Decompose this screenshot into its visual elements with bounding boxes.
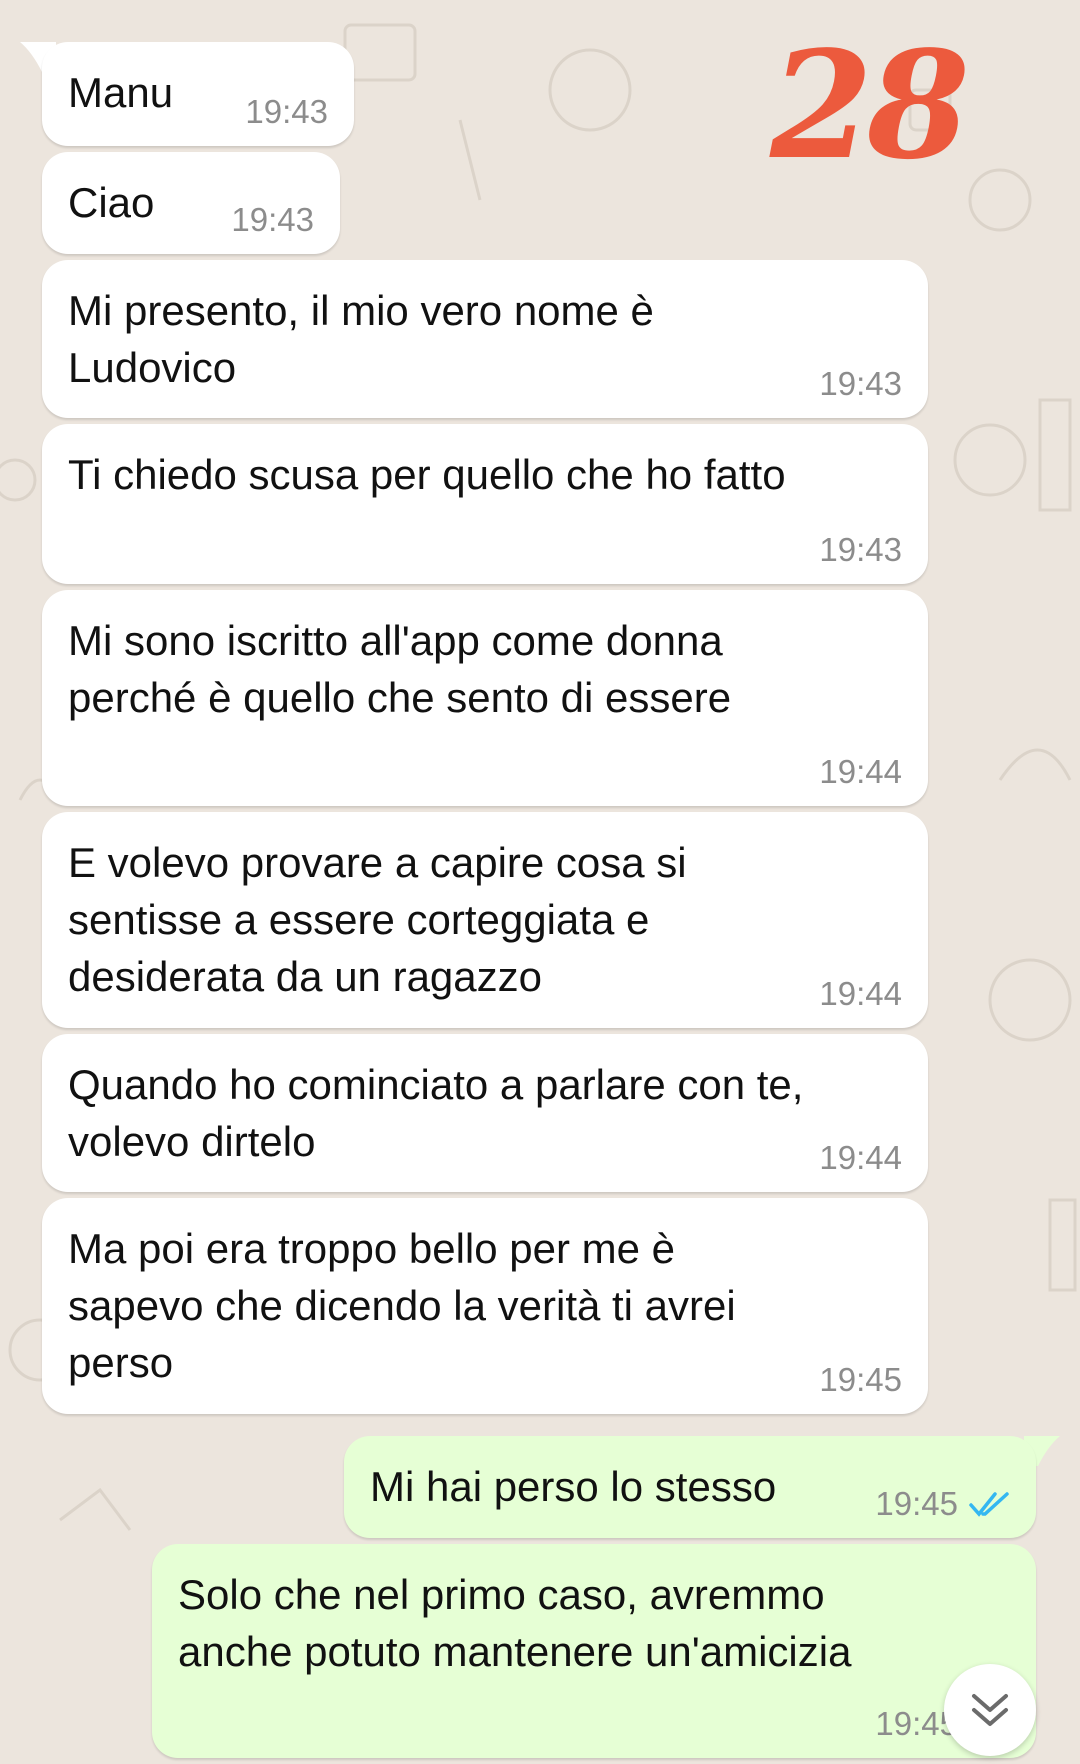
message-bubble-incoming[interactable]: Ciao 19:43 <box>42 152 340 254</box>
message-text: Solo che nel primo caso, avremmo anche p… <box>178 1571 852 1675</box>
message-text: Mi presento, il mio vero nome è Ludovico <box>68 287 654 391</box>
double-check-icon <box>969 1492 1009 1517</box>
scroll-to-bottom-button[interactable] <box>944 1664 1036 1756</box>
chevron-double-down-icon <box>972 1694 1008 1726</box>
message-bubble-outgoing[interactable]: Mi hai perso lo stesso 19:45 <box>344 1436 1036 1538</box>
message-bubble-incoming[interactable]: Ma poi era troppo bello per me è sapevo … <box>42 1198 928 1414</box>
message-list[interactable]: Manu 19:43 Ciao 19:43 Mi presento, il mi… <box>0 0 1080 1764</box>
message-time: 19:43 <box>819 365 902 402</box>
message-bubble-incoming[interactable]: Ti chiedo scusa per quello che ho fatto … <box>42 424 928 584</box>
message-bubble-incoming[interactable]: E volevo provare a capire cosa si sentis… <box>42 812 928 1028</box>
message-time: 19:45 <box>875 1485 958 1522</box>
message-bubble-incoming[interactable]: Manu 19:43 <box>42 42 354 146</box>
message-time: 19:43 <box>245 93 328 130</box>
message-time: 19:43 <box>819 531 902 568</box>
message-bubble-incoming[interactable]: Quando ho cominciato a parlare con te, v… <box>42 1034 928 1192</box>
message-bubble-incoming[interactable]: Mi sono iscritto all'app come donna perc… <box>42 590 928 806</box>
message-text: Ma poi era troppo bello per me è sapevo … <box>68 1225 736 1386</box>
message-time: 19:44 <box>819 753 902 790</box>
message-text: Mi sono iscritto all'app come donna perc… <box>68 617 732 721</box>
message-time: 19:44 <box>819 975 902 1012</box>
message-time: 19:43 <box>231 201 314 238</box>
message-bubble-incoming[interactable]: Mi presento, il mio vero nome è Ludovico… <box>42 260 928 418</box>
message-time: 19:45 <box>819 1361 902 1398</box>
message-time: 19:44 <box>819 1139 902 1176</box>
message-text: Quando ho cominciato a parlare con te, v… <box>68 1061 804 1165</box>
message-text: E volevo provare a capire cosa si sentis… <box>68 839 687 1000</box>
message-bubble-outgoing[interactable]: Solo che nel primo caso, avremmo anche p… <box>152 1544 1036 1758</box>
message-text: Ti chiedo scusa per quello che ho fatto <box>68 451 786 498</box>
message-meta: 19:45 <box>875 1486 1012 1522</box>
